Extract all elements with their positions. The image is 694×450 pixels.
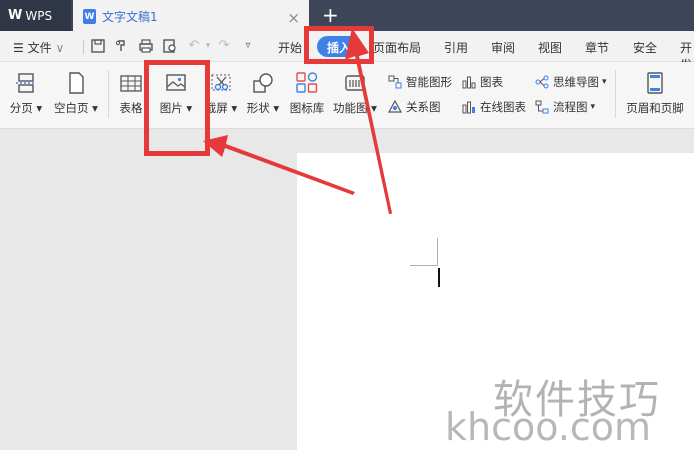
icon-library-button[interactable]: 图标库 [286,62,328,124]
margin-corner-mark [410,265,438,266]
watermark-url: khcoo.com [445,405,652,449]
print-icon[interactable] [138,38,154,54]
divider [83,40,84,54]
divider [108,70,109,118]
header-footer-icon [647,72,663,94]
divider [615,70,616,118]
relation-chart-icon [388,100,402,113]
icon-library-label: 图标库 [289,101,325,115]
blank-page-button[interactable]: 空白页 ▾ [52,62,100,124]
table-icon [120,75,142,92]
writer-doc-icon: W [83,9,96,24]
chart-button[interactable]: 图表 [462,73,503,91]
online-chart-button[interactable]: 在线图表 [462,98,526,116]
relation-chart-button[interactable]: 关系图 [388,98,441,116]
wps-logo-icon: W [8,8,22,23]
icon-library-icon [296,72,318,93]
hamburger-icon: ☰ [13,41,24,55]
shape-button[interactable]: 形状 ▾ [242,62,284,124]
flow-chart-icon [535,100,549,114]
app-name: WPS [25,8,53,23]
new-tab-icon[interactable]: + [322,3,339,27]
redo-icon[interactable]: ↷ [216,38,232,54]
document-tab[interactable]: W 文字文稿1 × [73,0,309,31]
margin-corner-mark [437,238,438,266]
blank-page-label: 空白页 [54,101,89,115]
function-chart-button[interactable]: 功能图 ▾ [332,62,378,124]
online-chart-label: 在线图表 [480,100,526,114]
page-break-label: 分页 [9,101,33,115]
mind-map-icon [535,75,549,89]
shapes-icon [253,73,273,93]
flow-chart-button[interactable]: 流程图 ▾ [535,98,595,116]
tab-chapter[interactable]: 章节 [585,39,609,56]
tab-references[interactable]: 引用 [444,39,468,56]
mind-map-label: 思维导图 [553,75,599,89]
customize-toolbar-icon[interactable]: ▿ [240,38,256,54]
shape-label: 形状 [246,101,270,115]
online-chart-icon [462,101,475,114]
smart-graphic-button[interactable]: 智能图形 [388,73,452,91]
chart-label: 图表 [480,75,503,89]
insert-ribbon: 分页 ▾ 空白页 ▾ 表格 图片 ▾ 截屏 ▾ 形状 ▾ 图标库 功能图 ▾ 智… [0,62,694,129]
picture-button-highlight [144,60,210,156]
tab-security[interactable]: 安全 [633,39,657,56]
page-break-icon [16,73,36,93]
save-icon[interactable] [90,38,106,54]
text-cursor [438,268,440,287]
header-footer-label: 页眉和页脚 [626,101,684,115]
relation-chart-label: 关系图 [406,100,441,114]
close-tab-icon[interactable]: × [287,9,300,27]
header-footer-button[interactable]: 页眉和页脚 [620,62,690,124]
wps-app-tab[interactable]: W WPS [0,0,71,31]
document-tab-title: 文字文稿1 [102,10,158,24]
tab-review[interactable]: 审阅 [491,39,515,56]
tab-view[interactable]: 视图 [538,39,562,56]
file-menu[interactable]: ☰ 文件 ∨ [13,39,64,56]
flow-chart-label: 流程图 [553,100,588,114]
page-break-button[interactable]: 分页 ▾ [6,62,46,124]
chevron-down-icon: ∨ [55,41,65,55]
tab-page-layout[interactable]: 页面布局 [373,39,421,56]
chevron-down-icon: ▾ [590,102,596,112]
file-menu-label: 文件 [27,41,52,55]
bar-chart-icon [462,76,476,89]
print-preview-icon[interactable] [162,38,178,54]
blank-page-icon [69,72,84,94]
function-chart-label: 功能图 [333,101,368,115]
format-painter-icon[interactable] [114,38,130,54]
chevron-down-icon: ▾ [602,77,607,87]
undo-dropdown-icon[interactable]: ▾ [200,38,216,54]
mind-map-button[interactable]: 思维导图 ▾ [535,73,607,91]
tab-home[interactable]: 开始 [278,39,302,56]
smart-graphic-icon [388,75,402,89]
insert-tab-highlight [304,26,374,64]
scissors-icon [211,74,231,91]
smart-graphic-label: 智能图形 [406,75,452,89]
function-chart-icon [345,75,365,91]
